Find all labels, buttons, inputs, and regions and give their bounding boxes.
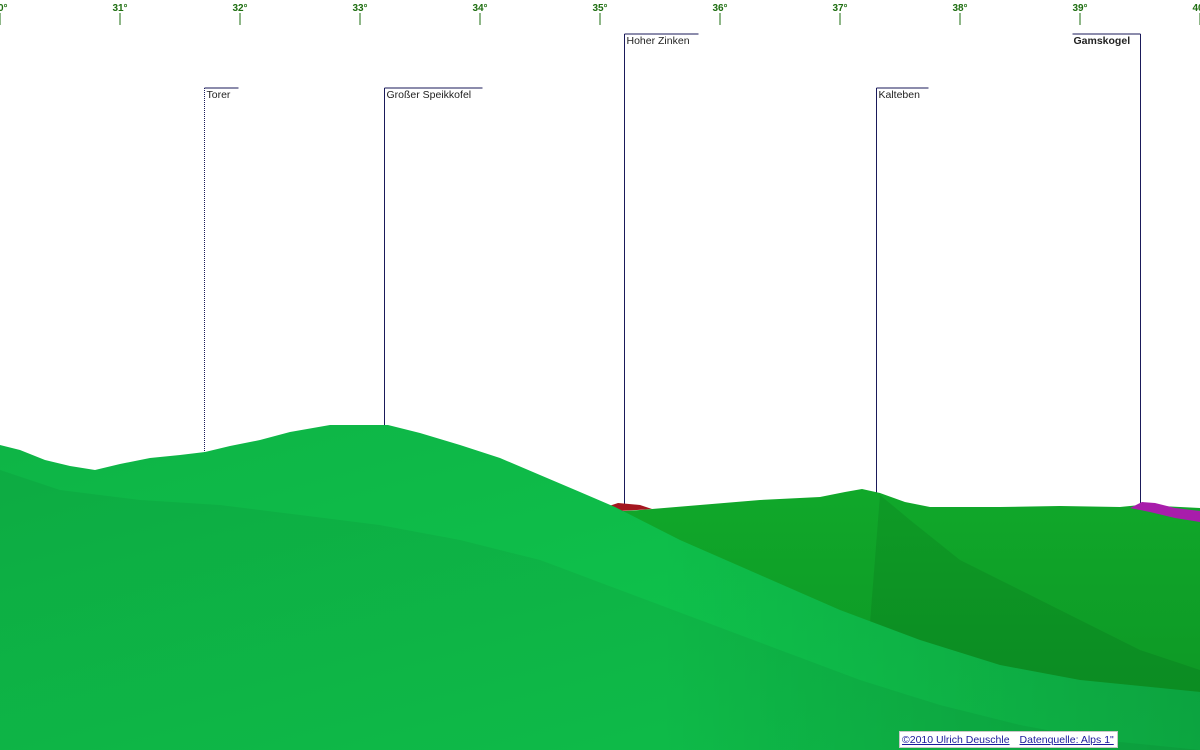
azimuth-tick-label: 33° bbox=[352, 3, 367, 14]
azimuth-tick-label: 30° bbox=[0, 3, 8, 14]
azimuth-tick-label: 36° bbox=[712, 3, 727, 14]
peak-label[interactable]: Großer Speikkofel bbox=[387, 89, 472, 101]
peak-labels: Torer Großer Speikkofel Hoher Zinken Kalteb… bbox=[207, 35, 1131, 101]
peak-label[interactable]: Kalteben bbox=[879, 89, 921, 101]
azimuth-tick-label: 34° bbox=[472, 3, 487, 14]
peak-label[interactable]: Hoher Zinken bbox=[627, 35, 690, 47]
azimuth-tick-label: 37° bbox=[832, 3, 847, 14]
azimuth-tick-label: 38° bbox=[952, 3, 967, 14]
data-source-link[interactable]: Datenquelle: Alps 1" bbox=[1020, 734, 1114, 746]
author-credit-link[interactable]: ©2010 Ulrich Deuschle bbox=[902, 734, 1010, 746]
panorama-view: 30° 31° 32° 33° 34° 35° 36° 37° 38° 39° 40° Torer G… bbox=[0, 3, 1200, 750]
azimuth-tick-label: 31° bbox=[112, 3, 127, 14]
azimuth-scale: 30° 31° 32° 33° 34° 35° 36° 37° 38° 39° 40° bbox=[0, 3, 1200, 25]
azimuth-tick-label: 32° bbox=[232, 3, 247, 14]
peak-label[interactable]: Gamskogel bbox=[1074, 35, 1131, 47]
credits-box: ©2010 Ulrich Deuschle Datenquelle: Alps … bbox=[899, 731, 1118, 748]
peak-label[interactable]: Torer bbox=[207, 89, 231, 101]
azimuth-tick-label: 40° bbox=[1192, 3, 1200, 14]
azimuth-tick-label: 39° bbox=[1072, 3, 1087, 14]
azimuth-tick-label: 35° bbox=[592, 3, 607, 14]
